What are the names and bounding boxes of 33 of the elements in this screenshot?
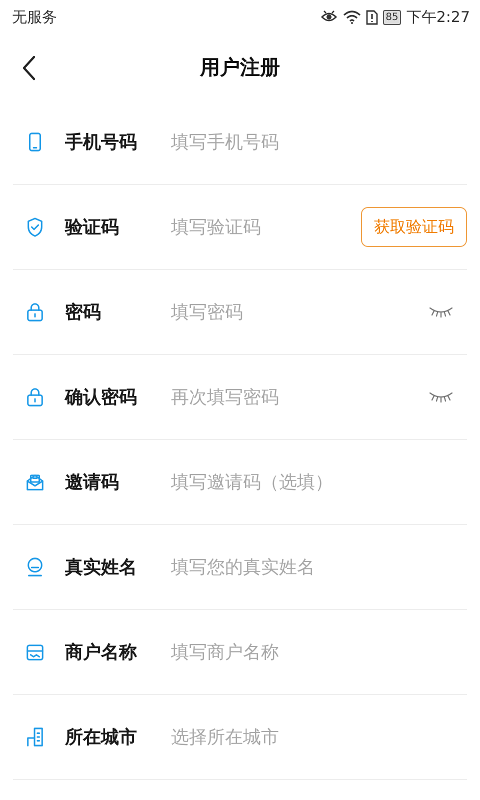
input-field[interactable]: 填写手机号码 <box>171 132 467 152</box>
input-field[interactable]: 填写您的真实姓名 <box>171 556 467 578</box>
input-field[interactable]: 选择所在城市 <box>171 726 467 748</box>
wifi-icon <box>342 10 361 24</box>
field-label: 所在城市 <box>65 726 138 749</box>
field-label: 验证码 <box>65 216 120 239</box>
field-label: 密码 <box>65 301 102 324</box>
person-icon <box>25 556 45 578</box>
clock-text: 下午2:27 <box>406 8 470 26</box>
input-field[interactable]: 填写邀请码（选填） <box>171 472 467 492</box>
field-label: 确认密码 <box>65 386 138 409</box>
show-password-button[interactable] <box>429 391 453 403</box>
get-code-button[interactable]: 获取验证码 <box>361 207 467 247</box>
show-password-button[interactable] <box>429 306 453 318</box>
closed-eye-icon <box>429 391 453 403</box>
lock-icon <box>25 386 45 408</box>
field-label: 商户名称 <box>65 641 138 664</box>
input-field[interactable]: 填写商户名称 <box>171 642 467 662</box>
field-label: 邀请码 <box>65 471 120 494</box>
input-field[interactable]: 填写密码 <box>171 302 429 322</box>
input-field[interactable]: 再次填写密码 <box>171 386 429 408</box>
closed-eye-icon <box>429 306 453 318</box>
buildings-icon <box>25 726 45 748</box>
carrier-text: 无服务 <box>12 8 57 26</box>
field-label: 真实姓名 <box>65 556 138 579</box>
page-title: 用户注册 <box>200 54 280 80</box>
battery-level: 85 <box>382 10 402 24</box>
field-label: 手机号码 <box>65 131 138 154</box>
shield-check-icon <box>25 216 45 238</box>
input-field[interactable]: 填写验证码 <box>171 216 361 238</box>
lock-icon <box>25 301 45 323</box>
sim-alert-icon <box>366 10 378 24</box>
eye-icon <box>320 10 338 24</box>
